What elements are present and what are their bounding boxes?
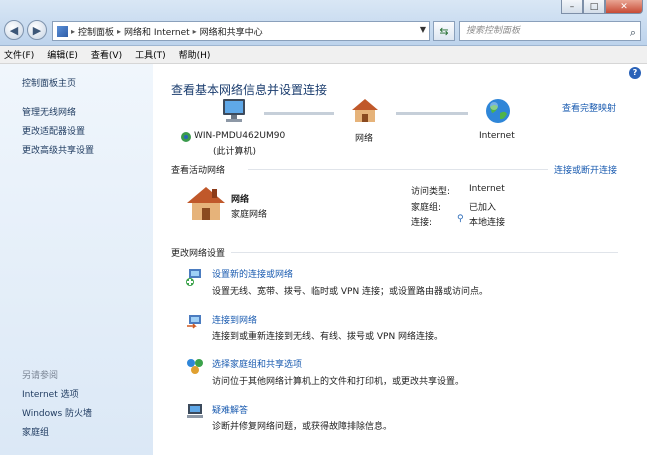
new-connection-icon [186,269,201,286]
page-title: 查看基本网络信息并设置连接 [171,83,328,97]
minimize-button[interactable]: – [561,0,583,14]
see-also-heading: 另请参阅 [22,371,59,381]
access-type-value: Internet [469,184,505,194]
search-input[interactable]: 搜索控制面板 ⌕ [459,21,641,41]
window-controls: – □ ✕ [561,0,643,14]
menu-edit[interactable]: 编辑(E) [47,48,78,61]
title-bar: – □ ✕ ◀ ▶ ▸ 控制面板 ▸ 网络和 Internet ▸ 网络和共享中… [0,0,647,46]
homegroup-sharing-icon [187,359,203,374]
active-network-name: 网络 [231,195,250,205]
address-bar[interactable]: ▸ 控制面板 ▸ 网络和 Internet ▸ 网络和共享中心 ▼ [52,21,430,41]
refresh-icon: ⇆ [439,24,449,38]
address-dropdown-icon[interactable]: ▼ [420,25,426,34]
back-arrow-icon: ◀ [9,23,19,37]
see-also-homegroup[interactable]: 家庭组 [22,425,49,438]
forward-button[interactable]: ▶ [27,20,47,40]
task-homegroup-sharing-link[interactable]: 选择家庭组和共享选项 [212,357,302,370]
access-type-label: 访问类型: [411,187,451,197]
homegroup-joined-link[interactable]: 已加入 [469,200,496,213]
local-connection-link[interactable]: 本地连接 [469,215,505,228]
menu-file[interactable]: 文件(F) [4,48,34,61]
back-button[interactable]: ◀ [4,20,24,40]
task-troubleshoot-link[interactable]: 疑难解答 [212,403,248,416]
forward-arrow-icon: ▶ [32,23,42,37]
sidebar: 控制面板主页 管理无线网络 更改适配器设置 更改高级共享设置 另请参阅 Inte… [0,64,153,455]
internet-globe-icon [486,99,510,123]
change-settings-heading: 更改网络设置 [171,249,226,259]
close-button[interactable]: ✕ [605,0,643,14]
network-type-link[interactable]: 家庭网络 [231,207,267,220]
connect-network-icon [187,315,201,329]
task-connect-network-link[interactable]: 连接到网络 [212,313,257,326]
homegroup-label: 家庭组: [411,203,442,213]
sidebar-item-adapter-settings[interactable]: 更改适配器设置 [22,124,85,137]
menu-tools[interactable]: 工具(T) [135,48,166,61]
map-computer-name: WIN-PMDU462UM90 [194,131,286,141]
sidebar-item-advanced-sharing[interactable]: 更改高级共享设置 [22,143,94,156]
view-full-map-link[interactable]: 查看完整映射 [562,101,616,114]
network-adapter-icon [181,132,191,142]
breadcrumb-control-panel[interactable]: 控制面板 [78,25,114,38]
breadcrumb-separator: ▸ [192,26,197,36]
map-link-line [396,112,468,115]
refresh-button[interactable]: ⇆ [433,21,455,41]
sidebar-home-link[interactable]: 控制面板主页 [22,76,76,89]
computer-icon [223,99,245,122]
divider [231,252,618,253]
see-also-windows-firewall[interactable]: Windows 防火墙 [22,406,92,419]
connect-disconnect-link[interactable]: 连接或断开连接 [554,163,617,176]
active-networks-heading: 查看活动网络 [171,166,226,176]
breadcrumb-network-internet[interactable]: 网络和 Internet [124,25,190,38]
connection-label: 连接: [411,218,433,228]
breadcrumb-separator: ▸ [117,26,122,36]
breadcrumb-network-sharing-center[interactable]: 网络和共享中心 [200,25,263,38]
map-network-label: 网络 [355,134,374,144]
task-troubleshoot-desc: 诊断并修复网络问题，或获得故障排除信息。 [212,422,393,432]
menu-help[interactable]: 帮助(H) [179,48,211,61]
task-homegroup-sharing-desc: 访问位于其他网络计算机上的文件和打印机，或更改共享设置。 [212,377,465,387]
troubleshoot-icon [187,404,203,418]
task-connect-network-desc: 连接到或重新连接到无线、有线、拨号或 VPN 网络连接。 [212,332,444,342]
map-internet-label: Internet [479,131,515,141]
home-network-large-icon [187,187,225,220]
menu-view[interactable]: 查看(V) [91,48,122,61]
task-setup-connection-link[interactable]: 设置新的连接或网络 [212,267,293,280]
sidebar-item-manage-wireless[interactable]: 管理无线网络 [22,105,76,118]
ethernet-icon: ⚲ [457,214,464,224]
menu-bar: 文件(F) 编辑(E) 查看(V) 工具(T) 帮助(H) [0,46,647,64]
control-panel-icon [57,25,68,37]
maximize-button[interactable]: □ [583,0,605,14]
task-setup-connection-desc: 设置无线、宽带、拨号、临时或 VPN 连接；或设置路由器或访问点。 [212,287,489,297]
breadcrumb-separator: ▸ [71,26,76,36]
search-placeholder: 搜索控制面板 [466,26,521,36]
see-also-internet-options[interactable]: Internet 选项 [22,387,79,400]
home-network-icon [352,99,378,122]
help-icon[interactable]: ? [629,67,641,79]
divider [248,169,548,170]
main-content: ? 查看基本网络信息并设置连接 查看完整映射 WIN-PMDU462UM90 (… [153,64,647,455]
map-computer-sub: (此计算机) [213,147,257,157]
search-icon[interactable]: ⌕ [630,24,636,42]
map-link-line [264,112,334,115]
